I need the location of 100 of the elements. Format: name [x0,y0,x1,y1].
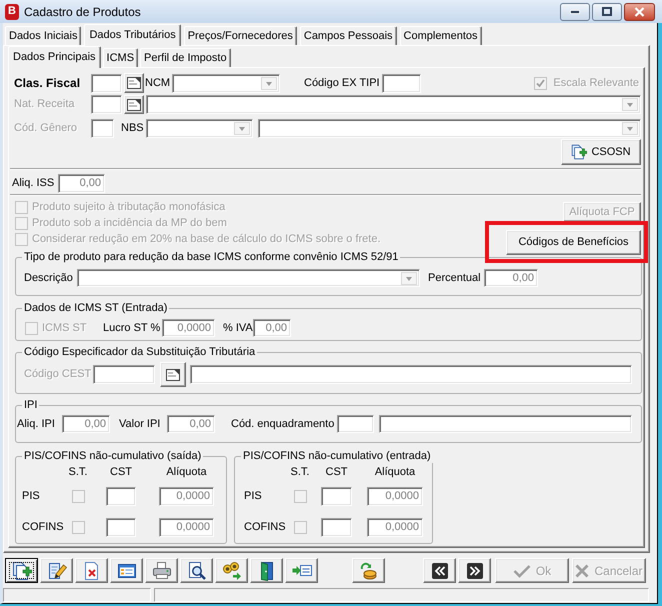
group-title: Tipo de produto para redução da base ICMS conforme convênio ICMS 52/91 [23,251,400,264]
field-label: ICMS ST [42,322,87,334]
input-field[interactable] [190,365,632,384]
caret-down-icon [401,272,417,284]
document-icon [166,368,180,380]
lookup-button[interactable] [124,73,144,93]
field-label: Código EX TIPI [304,76,380,89]
field-label: Aliq. IPI [17,418,55,430]
input-field[interactable] [91,119,114,138]
field-label: Código CEST [24,368,92,380]
input-field[interactable]: 0,00 [253,319,291,337]
tab[interactable]: ICMS [102,48,138,67]
tab[interactable]: Dados Iniciais [5,26,82,45]
group-title: IPI [23,399,38,412]
input-field[interactable] [321,518,352,537]
field-label: NBS [121,122,144,134]
csosn-button[interactable]: CSOSN [561,139,641,165]
field-label: Cód. Gênero [14,122,77,134]
check-icon [512,564,531,578]
tab[interactable]: Dados Tributários [84,24,181,46]
group-title: PIS/COFINS não-cumulativo (entrada) [242,450,432,463]
binoculars-icon [222,560,242,580]
magnifier-document-icon [186,560,206,580]
combo-box[interactable] [258,119,641,138]
app-logo: B [5,4,19,20]
lookup-button[interactable] [124,95,144,114]
field-label: Clas. Fiscal [14,76,80,90]
input-field[interactable]: 0,0000 [367,518,423,537]
input-field[interactable]: 0,00 [58,174,105,193]
lookup-button[interactable] [160,362,186,387]
tab[interactable]: Perfil de Imposto [140,48,231,67]
combo-box[interactable] [146,95,641,114]
column-header: S.T. [68,465,88,480]
tab[interactable]: Campos Pessoais [300,26,397,45]
checkmark-icon [536,78,546,88]
input-field[interactable] [382,74,421,92]
input-field[interactable] [93,365,155,384]
column-header: S.T. [290,465,310,480]
navigation-button[interactable] [423,558,456,583]
caret-down-icon [622,98,638,111]
combo-box[interactable] [146,119,253,138]
input-field[interactable] [379,415,632,433]
field-label: Nat. Receita [14,98,75,110]
input-field[interactable]: 0,0000 [162,319,215,337]
double-chevron-left-icon [432,562,448,578]
field-label: Lucro ST % [103,322,160,334]
coins-icon [358,560,378,580]
combo-box[interactable] [172,74,280,92]
caret-down-icon [622,122,638,135]
input-field[interactable] [321,487,352,506]
input-field[interactable] [91,74,122,92]
input-field[interactable] [91,95,122,114]
toolbar-button[interactable] [5,558,38,583]
close-button[interactable] [624,2,655,20]
input-field[interactable]: 0,00 [167,415,215,433]
column-header: CST [110,465,132,480]
input-field[interactable] [106,518,136,537]
field-label: Aliq. ISS [12,177,54,190]
field-label: Produto sob a incidência da MP do bem [32,216,227,229]
minimize-button[interactable] [560,2,590,20]
field-label: Considerar redução em 20% na base de cálculo do ICMS sobre o frete. [32,232,381,245]
field-label: Percentual [428,272,481,284]
tab[interactable]: Complementos [400,26,482,45]
input-field[interactable]: 0,0000 [159,518,214,537]
input-field[interactable]: 0,0000 [367,487,423,506]
add-document-icon [12,560,32,580]
restore-icon [602,7,612,16]
group-title: Código Especificador da Substituição Tributária [23,346,256,359]
column-header: CST [326,465,348,480]
column-header: Alíquota [166,465,207,480]
field-label: NCM [145,76,170,89]
field-label: Produto sujeito à tributação monofásica [32,200,226,213]
field-label: Descrição [24,272,73,284]
input-field[interactable]: 0,00 [62,415,110,433]
maximize-button[interactable] [592,2,622,20]
double-chevron-right-icon [466,562,482,578]
close-icon [634,6,645,16]
group-title: Dados de ICMS ST (Entrada) [23,302,168,315]
field-label: Escala Relevante [553,76,639,89]
caret-down-icon [261,76,277,90]
tab[interactable]: Dados Principais [8,46,101,68]
input-field[interactable]: 0,0000 [159,487,214,506]
field-label: PIS [244,490,262,502]
action-button[interactable]: Códigos de Benefícios [506,230,641,255]
field-label: COFINS [22,521,64,534]
group-title: PIS/COFINS não-cumulativo (saída) [23,450,202,463]
document-icon [127,77,141,89]
field-label: Cód. enquadramento [231,418,334,430]
input-field[interactable]: 0,00 [484,269,538,287]
column-header: Alíquota [374,465,416,480]
minimize-icon [570,10,580,14]
input-field[interactable] [106,487,136,506]
input-field[interactable] [337,415,374,433]
combo-box[interactable] [77,269,420,287]
caret-down-icon [234,122,250,135]
navigation-button[interactable] [458,558,491,583]
printer-icon [152,560,172,580]
cross-icon [575,564,590,578]
field-label: PIS [22,490,40,502]
tab[interactable]: Preços/Fornecedores [184,26,297,45]
